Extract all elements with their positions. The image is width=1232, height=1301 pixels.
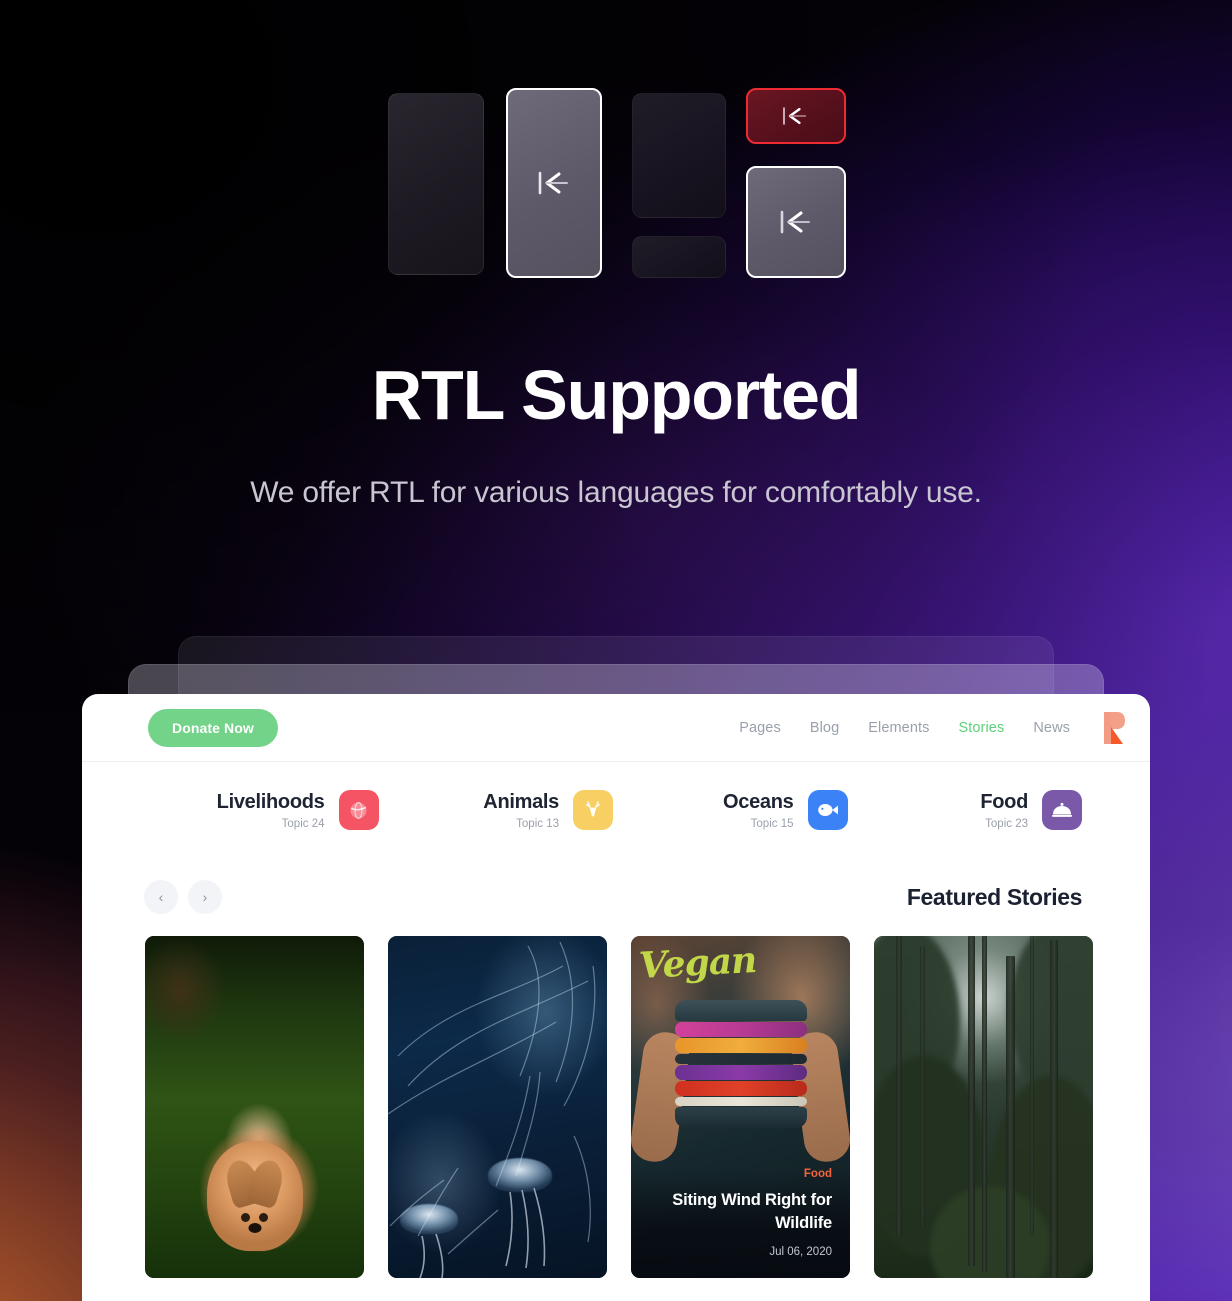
fox-in-forest-image xyxy=(145,936,364,1278)
featured-header: ‹ › Featured Stories xyxy=(82,858,1150,936)
topic-name: Oceans xyxy=(723,791,794,813)
box-light-selected[interactable] xyxy=(506,88,602,278)
fox-nose xyxy=(248,1223,261,1234)
food-cover-icon xyxy=(1042,790,1082,830)
carousel-next-button[interactable]: › xyxy=(188,880,222,914)
box-light-secondary[interactable] xyxy=(746,166,846,278)
topic-name: Food xyxy=(980,791,1028,813)
carousel-controls: ‹ › xyxy=(144,880,222,914)
nav-link-elements[interactable]: Elements xyxy=(868,720,929,736)
topic-count: Topic 15 xyxy=(750,818,794,830)
page-title: RTL Supported xyxy=(371,356,862,434)
story-card-overlay: Food Siting Wind Right for Wildlife Jul … xyxy=(631,1168,850,1278)
box-dark-tall-left[interactable] xyxy=(388,93,484,275)
donate-now-button[interactable]: Donate Now xyxy=(148,708,278,747)
topic-count: Topic 13 xyxy=(516,818,559,830)
mockup-navbar: Donate Now Pages Blog Elements Stories N… xyxy=(82,694,1150,762)
story-card-jellyfish[interactable] xyxy=(388,936,607,1278)
nav-link-pages[interactable]: Pages xyxy=(739,720,781,736)
sandwich-graphic xyxy=(674,1000,807,1129)
carousel-prev-button[interactable]: ‹ xyxy=(144,880,178,914)
topic-name: Animals xyxy=(483,791,559,813)
topic-row: Livelihoods Topic 24 Animals Topic 13 Oc… xyxy=(82,762,1150,858)
topic-text: Animals Topic 13 xyxy=(483,790,559,830)
jellyfish-underwater-image xyxy=(388,936,607,1278)
misty-forest-image xyxy=(874,936,1093,1278)
rtl-arrow-icon xyxy=(782,107,807,125)
topic-text: Food Topic 23 xyxy=(980,790,1028,830)
story-card-forest[interactable] xyxy=(874,936,1093,1278)
vegan-shirt-text: Vegan xyxy=(637,938,758,988)
story-card-food[interactable]: Vegan Food Siting Wind Right for Wildlif… xyxy=(631,936,850,1278)
main-navigation: Pages Blog Elements Stories News xyxy=(739,720,1070,736)
background-right-edge xyxy=(1150,694,1232,1301)
story-title: Siting Wind Right for Wildlife xyxy=(672,1191,832,1233)
topic-item-food[interactable]: Food Topic 23 xyxy=(848,790,1082,830)
box-dark-lower[interactable] xyxy=(632,236,726,278)
topic-item-livelihoods[interactable]: Livelihoods Topic 24 xyxy=(144,790,379,830)
nav-link-stories[interactable]: Stories xyxy=(958,720,1004,736)
box-red-highlight[interactable] xyxy=(746,88,846,144)
nav-link-news[interactable]: News xyxy=(1033,720,1070,736)
story-category: Food xyxy=(803,1168,832,1181)
story-date: Jul 06, 2020 xyxy=(769,1246,832,1258)
rtl-direction-illustration xyxy=(388,88,848,278)
globe-icon xyxy=(338,790,379,830)
rtl-arrow-icon xyxy=(780,210,810,234)
nav-link-blog[interactable]: Blog xyxy=(810,720,839,736)
page-subtitle: We offer RTL for various languages for c… xyxy=(250,476,982,509)
website-mockup: Donate Now Pages Blog Elements Stories N… xyxy=(82,694,1150,1301)
fox-eye-left xyxy=(241,1213,251,1223)
topic-count: Topic 23 xyxy=(985,818,1028,830)
rtl-arrow-icon xyxy=(538,171,568,195)
brand-logo-icon[interactable] xyxy=(1102,711,1126,745)
fox-ear-right xyxy=(245,1156,288,1209)
topic-text: Oceans Topic 15 xyxy=(723,790,794,830)
page-root: RTL Supported We offer RTL for various l… xyxy=(0,0,1232,1301)
fox-eye-right xyxy=(258,1213,268,1223)
box-dark-upper[interactable] xyxy=(632,93,726,218)
featured-stories-heading: Featured Stories xyxy=(906,883,1083,910)
topic-text: Livelihoods Topic 24 xyxy=(217,790,325,830)
deer-icon xyxy=(573,790,613,830)
topic-name: Livelihoods xyxy=(216,791,325,813)
topic-count: Topic 24 xyxy=(281,818,325,830)
topic-item-oceans[interactable]: Oceans Topic 15 xyxy=(613,790,848,830)
fox-head xyxy=(206,1140,303,1251)
story-card-fox[interactable] xyxy=(145,936,364,1278)
story-card-list: Vegan Food Siting Wind Right for Wildlif… xyxy=(82,936,1150,1278)
topic-item-animals[interactable]: Animals Topic 13 xyxy=(379,790,613,830)
fish-icon xyxy=(807,790,848,830)
